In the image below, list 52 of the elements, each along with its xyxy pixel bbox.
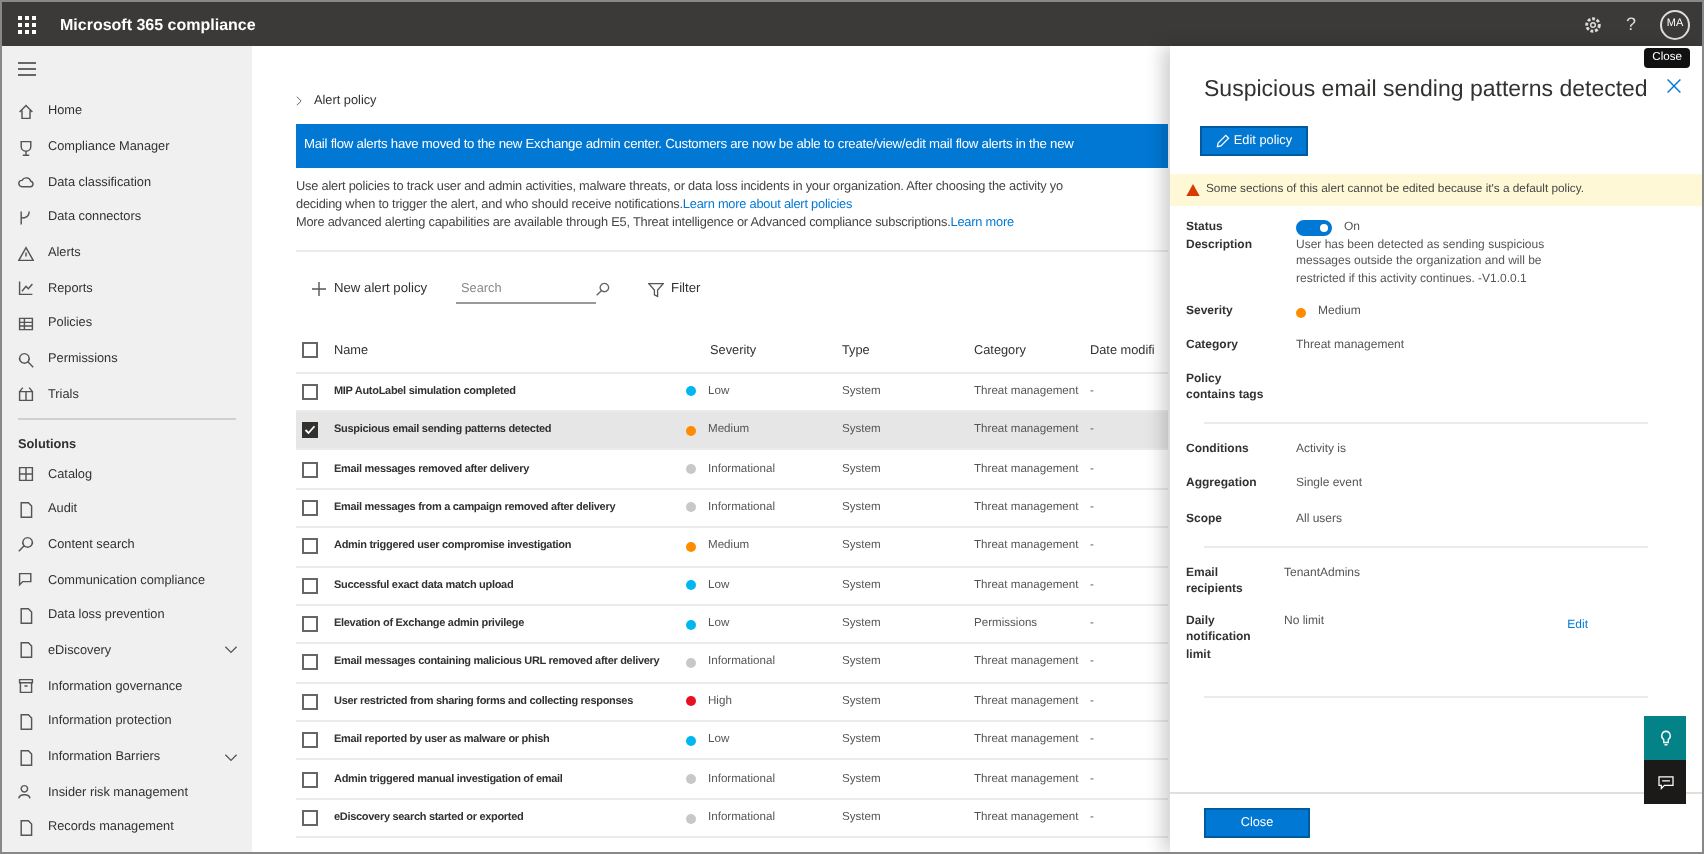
doc-icon [18, 749, 34, 766]
pencil-icon [1215, 134, 1230, 148]
row-checkbox[interactable] [302, 499, 318, 516]
lightbulb-icon [1659, 730, 1671, 746]
row-checkbox[interactable] [302, 771, 318, 788]
cloud-icon [18, 174, 34, 191]
feedback-button[interactable] [1644, 760, 1686, 804]
chevron-down-icon[interactable] [224, 646, 238, 655]
table-icon [18, 315, 34, 332]
doc-icon [18, 642, 34, 659]
filter-icon [647, 281, 664, 298]
row-checkbox[interactable] [302, 693, 318, 710]
gift-icon [18, 386, 34, 403]
app-launcher-icon[interactable] [18, 15, 36, 33]
row-checkbox[interactable] [302, 810, 318, 827]
app-title: Microsoft 365 compliance [60, 15, 256, 33]
chevron-down-icon[interactable] [224, 753, 238, 762]
panel-title: Suspicious email sending patterns detected [1204, 78, 1650, 102]
search-icon[interactable] [595, 282, 610, 297]
warning-icon [18, 245, 34, 262]
box-icon [18, 678, 34, 695]
row-checkbox[interactable] [302, 577, 318, 594]
grid-icon [18, 466, 34, 483]
house-icon [18, 103, 34, 120]
search-icon [18, 536, 34, 553]
branch-icon [18, 209, 34, 226]
warning-icon [1186, 184, 1200, 196]
close-icon[interactable] [1666, 78, 1682, 94]
row-checkbox[interactable] [302, 383, 318, 400]
row-checkbox[interactable] [302, 461, 318, 478]
row-checkbox[interactable] [302, 732, 318, 749]
plus-icon [312, 282, 326, 297]
row-checkbox[interactable] [302, 422, 318, 439]
row-checkbox[interactable] [302, 616, 318, 633]
settings-icon[interactable] [1583, 15, 1602, 33]
trophy-icon [18, 139, 34, 156]
person-icon [18, 784, 34, 801]
doc-icon [18, 501, 34, 518]
row-checkbox[interactable] [302, 654, 318, 671]
chart-icon [18, 280, 34, 297]
chat-icon [1657, 775, 1673, 789]
select-all-checkbox[interactable] [302, 342, 318, 359]
status-toggle[interactable] [1296, 220, 1332, 237]
doc-icon [18, 713, 34, 730]
chat-icon [18, 572, 34, 589]
row-checkbox[interactable] [302, 538, 318, 555]
help-button[interactable]: ? [1625, 14, 1636, 34]
search-icon [18, 351, 34, 368]
doc-icon [18, 607, 34, 624]
menu-icon[interactable] [18, 62, 36, 76]
doc-icon [18, 819, 34, 836]
chevron-right-icon [296, 95, 302, 105]
